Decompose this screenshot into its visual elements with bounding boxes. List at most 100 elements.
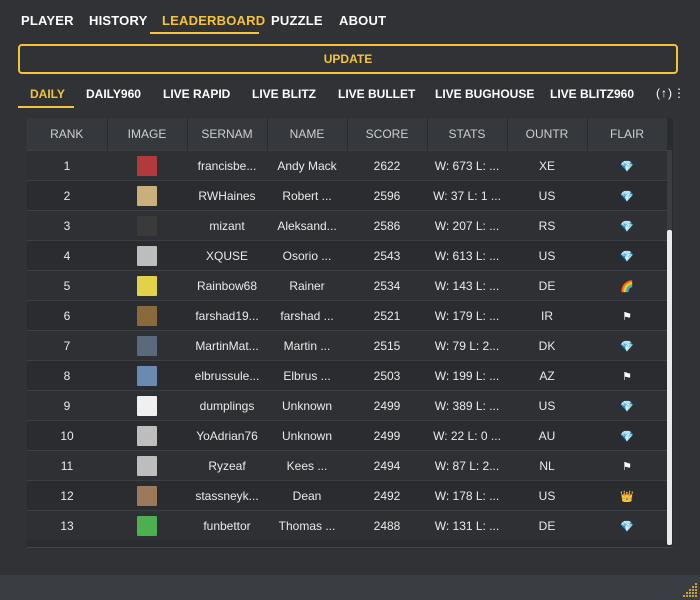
avatar-cell (107, 330, 187, 361)
username-cell: RWHaines (187, 180, 267, 211)
avatar[interactable] (137, 245, 157, 266)
table-row[interactable]: 5 Rainbow68 Rainer 2534 W: 143 L: ... DE 🌈 (27, 270, 667, 301)
avatar-cell (107, 390, 187, 421)
top-nav: PLAYER HISTORY LEADERBOARD PUZZLE ABOUT (0, 0, 700, 38)
country-cell: US (507, 390, 587, 421)
table-row[interactable]: 1 francisbe... Andy Mack 2622 W: 673 L: ... X… (27, 150, 667, 181)
subtab-live-bughouse[interactable]: LIVE BUGHOUSE (435, 87, 534, 101)
table-row[interactable]: 8 elbrussule... Elbrus ... 2503 W: 199 L: ..… (27, 360, 667, 391)
resize-grip-icon[interactable] (682, 582, 698, 598)
score-cell: 2521 (347, 300, 427, 331)
header-score[interactable]: SCORE (347, 118, 428, 151)
name-cell: Kees ... (267, 450, 347, 481)
score-cell: 2499 (347, 420, 427, 451)
username-cell: Rainbow68 (187, 270, 267, 301)
subtab-overflow-icon[interactable]: (↑)⋮ (656, 86, 686, 100)
table-row[interactable]: 6 farshad19... farshad ... 2521 W: 179 L: ..… (27, 300, 667, 331)
avatar[interactable] (137, 335, 157, 356)
country-cell: AU (507, 420, 587, 451)
table-body: 1 francisbe... Andy Mack 2622 W: 673 L: ... X… (27, 150, 667, 540)
stats-cell: W: 37 L: 1 ... (427, 180, 507, 211)
rank-cell: 2 (27, 180, 107, 211)
name-cell: Osorio ... (267, 240, 347, 271)
name-cell: Martin ... (267, 330, 347, 361)
name-cell: Aleksand... (267, 210, 347, 241)
name-cell: Andy Mack (267, 150, 347, 181)
rank-cell: 7 (27, 330, 107, 361)
score-cell: 2534 (347, 270, 427, 301)
flair-cell: 💎 (587, 390, 667, 421)
avatar[interactable] (137, 155, 157, 176)
header-country[interactable]: OUNTR (507, 118, 588, 151)
table-row[interactable]: 3 mizant Aleksand... 2586 W: 207 L: ... RS 💎 (27, 210, 667, 241)
table-row[interactable]: 11 Ryzeaf Kees ... 2494 W: 87 L: 2... NL ⚑ (27, 450, 667, 481)
subtab-live-blitz960[interactable]: LIVE BLITZ960 (550, 87, 634, 101)
header-flair[interactable]: FLAIR (587, 118, 668, 151)
header-name[interactable]: NAME (267, 118, 348, 151)
avatar-cell (107, 210, 187, 241)
diamond-icon: 💎 (620, 340, 634, 353)
subtab-daily[interactable]: DAILY (30, 87, 65, 101)
table-row[interactable]: 12 stassneyk... Dean 2492 W: 178 L: ... US 👑 (27, 480, 667, 511)
tab-about[interactable]: ABOUT (339, 13, 386, 28)
active-tab-underline (150, 32, 259, 34)
score-cell: 2543 (347, 240, 427, 271)
score-cell: 2492 (347, 480, 427, 511)
country-cell: US (507, 240, 587, 271)
rank-cell: 5 (27, 270, 107, 301)
avatar[interactable] (137, 305, 157, 326)
table-row[interactable]: 13 funbettor Thomas ... 2488 W: 131 L: ... DE… (27, 510, 667, 540)
leaderboard-subtabs: DAILY DAILY960 LIVE RAPID LIVE BLITZ LIV… (0, 80, 700, 110)
country-cell: AZ (507, 360, 587, 391)
flair-cell: 🌈 (587, 270, 667, 301)
avatar[interactable] (137, 185, 157, 206)
tab-leaderboard[interactable]: LEADERBOARD (162, 13, 265, 28)
diamond-icon: 💎 (620, 400, 634, 413)
scrollbar-thumb[interactable] (667, 230, 672, 545)
stats-cell: W: 178 L: ... (427, 480, 507, 511)
flair-cell: 💎 (587, 150, 667, 181)
table-row[interactable]: 10 YoAdrian76 Unknown 2499 W: 22 L: 0 ... AU 💎 (27, 420, 667, 451)
tab-player[interactable]: PLAYER (21, 13, 74, 28)
country-cell: RS (507, 210, 587, 241)
table-scrollbar[interactable] (667, 150, 672, 545)
avatar[interactable] (137, 215, 157, 236)
flag-icon: ⚑ (622, 310, 632, 323)
avatar[interactable] (137, 275, 157, 296)
name-cell: Unknown (267, 420, 347, 451)
table-row[interactable]: 7 MartinMat... Martin ... 2515 W: 79 L: 2...… (27, 330, 667, 361)
update-button[interactable]: UPDATE (18, 44, 678, 74)
avatar[interactable] (137, 395, 157, 416)
subtab-live-rapid[interactable]: LIVE RAPID (163, 87, 230, 101)
flair-cell: 💎 (587, 240, 667, 271)
table-row[interactable]: 4 XQUSE Osorio ... 2543 W: 613 L: ... US 💎 (27, 240, 667, 271)
tab-history[interactable]: HISTORY (89, 13, 147, 28)
rank-cell: 12 (27, 480, 107, 511)
header-stats[interactable]: STATS (427, 118, 508, 151)
subtab-live-bullet[interactable]: LIVE BULLET (338, 87, 415, 101)
header-image[interactable]: IMAGE (107, 118, 188, 151)
active-subtab-underline (18, 106, 74, 108)
stats-cell: W: 131 L: ... (427, 510, 507, 540)
stats-cell: W: 79 L: 2... (427, 330, 507, 361)
subtab-daily960[interactable]: DAILY960 (86, 87, 141, 101)
avatar[interactable] (137, 425, 157, 446)
tab-puzzle[interactable]: PUZZLE (271, 13, 323, 28)
name-cell: Elbrus ... (267, 360, 347, 391)
table-row[interactable]: 2 RWHaines Robert ... 2596 W: 37 L: 1 ... US 💎 (27, 180, 667, 211)
flair-cell: 💎 (587, 180, 667, 211)
diamond-icon: 💎 (620, 250, 634, 263)
avatar[interactable] (137, 455, 157, 476)
country-cell: DE (507, 510, 587, 540)
avatar[interactable] (137, 365, 157, 386)
header-username[interactable]: SERNAM (187, 118, 268, 151)
avatar[interactable] (137, 515, 157, 536)
header-rank[interactable]: RANK (27, 118, 108, 151)
country-cell: DE (507, 270, 587, 301)
subtab-live-blitz[interactable]: LIVE BLITZ (252, 87, 316, 101)
stats-cell: W: 87 L: 2... (427, 450, 507, 481)
username-cell: Ryzeaf (187, 450, 267, 481)
table-row[interactable]: 9 dumplings Unknown 2499 W: 389 L: ... US 💎 (27, 390, 667, 421)
avatar[interactable] (137, 485, 157, 506)
score-cell: 2622 (347, 150, 427, 181)
